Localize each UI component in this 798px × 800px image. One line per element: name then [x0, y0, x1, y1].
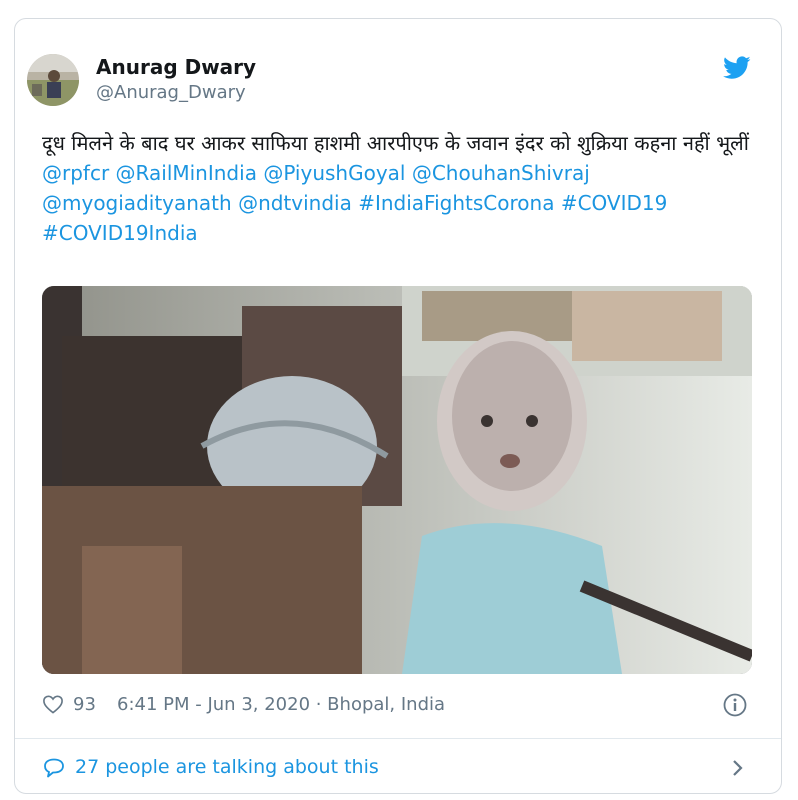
hashtag-covid19[interactable]: #COVID19 [561, 191, 668, 215]
tweet-video[interactable] [42, 286, 752, 674]
hashtag-indiafightscorona[interactable]: #IndiaFightsCorona [358, 191, 554, 215]
tweet-header: Anurag Dwary @Anurag_Dwary [27, 36, 757, 106]
divider [15, 738, 781, 739]
like-count: 93 [73, 694, 96, 715]
avatar[interactable] [27, 54, 79, 106]
tweet-meta: 93 6:41 PM - Jun 3, 2020 · Bhopal, India [42, 690, 754, 720]
tweet-text: दूध मिलने के बाद घर आकर साफिया हाशमी आरप… [42, 128, 756, 248]
mention-railminindia[interactable]: @RailMinIndia [116, 161, 257, 185]
conversation-text: 27 people are talking about this [75, 756, 379, 778]
hashtag-covid19india[interactable]: #COVID19India [42, 221, 198, 245]
tweet-body: दूध मिलने के बाद घर आकर साफिया हाशमी आरप… [42, 131, 749, 155]
timestamp[interactable]: 6:41 PM - Jun 3, 2020 · Bhopal, India [117, 694, 445, 715]
speech-bubble-icon [44, 758, 64, 778]
author-name[interactable]: Anurag Dwary [96, 55, 256, 79]
chevron-right-icon [733, 760, 743, 776]
author-handle[interactable]: @Anurag_Dwary [96, 82, 246, 103]
mention-piyushgoyal[interactable]: @PiyushGoyal [263, 161, 405, 185]
mention-myogiadityanath[interactable]: @myogiadityanath [42, 191, 232, 215]
mention-ndtvindia[interactable]: @ndtvindia [238, 191, 352, 215]
twitter-bird-icon[interactable] [723, 56, 751, 80]
mention-rpfcr[interactable]: @rpfcr [42, 161, 109, 185]
conversation-link[interactable]: 27 people are talking about this [42, 754, 754, 782]
mention-chouhanshivraj[interactable]: @ChouhanShivraj [412, 161, 590, 185]
heart-icon[interactable] [42, 694, 64, 714]
info-icon[interactable] [722, 692, 748, 718]
